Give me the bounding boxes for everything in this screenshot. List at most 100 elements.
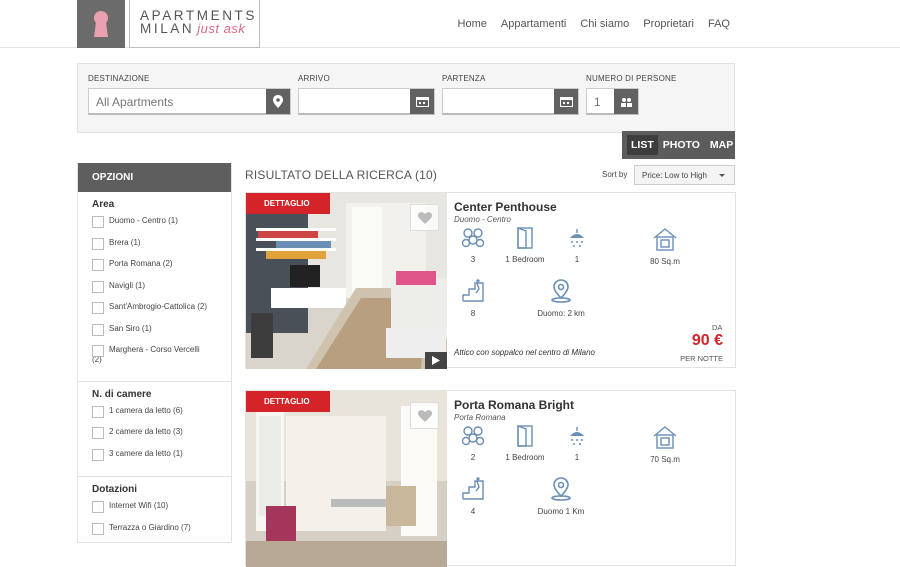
logo[interactable]: APARTMENTS MILAN just ask [129, 0, 260, 48]
departure-input[interactable] [442, 88, 579, 115]
amenities-option-label: Terrazza o Giardino (7) [109, 522, 191, 532]
rooms-filter-title: N. di camere [92, 388, 152, 400]
area-option[interactable]: Marghera - Corso Vercelli (2) [92, 345, 231, 365]
area-option[interactable]: Porta Romana (2) [92, 259, 231, 271]
play-icon[interactable] [425, 352, 447, 369]
detail-badge[interactable]: DETTAGLIO [246, 391, 330, 412]
checkbox[interactable] [92, 280, 104, 293]
price-suffix: PER NOTTE [680, 354, 723, 363]
guests-icon [461, 228, 485, 248]
house-size-icon [653, 426, 677, 449]
listing-photo[interactable]: DETTAGLIO [246, 193, 447, 369]
listing-photo[interactable]: DETTAGLIO [246, 391, 447, 567]
price-value: 90 € [691, 332, 723, 349]
rooms-option[interactable]: 2 camere da letto (3) [92, 427, 231, 439]
area-filter-group: Area Duomo - Centro (1) Brera (1) Porta … [78, 192, 231, 382]
heart-icon[interactable] [410, 204, 439, 231]
area-option[interactable]: Sant'Ambrogio-Cattolica (2) [92, 302, 231, 314]
area-option[interactable]: San Siro (1) [92, 323, 231, 336]
checkbox[interactable] [92, 427, 104, 439]
nav-proprietari[interactable]: Proprietari [643, 18, 694, 30]
checkbox[interactable] [92, 405, 104, 418]
checkbox[interactable] [92, 448, 104, 461]
size-feature: 80 Sq.m [630, 227, 700, 266]
destination-value: All Apartments [96, 95, 174, 109]
area-option[interactable]: Brera (1) [92, 237, 231, 250]
nav-home[interactable]: Home [458, 18, 487, 30]
area-option-label: Porta Romana (2) [109, 259, 173, 268]
chevron-down-icon [719, 174, 725, 177]
calendar-icon[interactable] [410, 89, 434, 114]
bathrooms-value: 1 [574, 453, 580, 462]
logo-line2: MILAN [140, 21, 195, 36]
area-option-label: San Siro (1) [109, 323, 152, 333]
listing-description: Attico con soppalco nel centro di Milano [454, 348, 595, 357]
bedrooms-value: 1 Bedroom [505, 453, 545, 462]
floor-feature: 4 [438, 477, 508, 516]
price-prefix: DA [712, 323, 723, 332]
listing-name[interactable]: Porta Romana Bright [454, 398, 574, 412]
arrival-input[interactable] [298, 88, 435, 115]
rooms-option-label: 1 camera da letto (6) [109, 405, 183, 415]
floor-feature: 8 [438, 279, 508, 318]
checkbox[interactable] [92, 501, 104, 513]
stairs-icon [462, 477, 484, 500]
checkbox[interactable] [92, 323, 104, 336]
heart-icon[interactable] [410, 402, 439, 429]
view-list-button[interactable]: LIST [627, 135, 658, 155]
area-option[interactable]: Navigli (1) [92, 280, 231, 293]
area-option-count: (2) [92, 355, 102, 364]
checkbox[interactable] [92, 237, 104, 250]
checkbox[interactable] [92, 345, 104, 357]
size-value: 70 Sq.m [650, 455, 680, 464]
bathrooms-value: 1 [574, 255, 580, 264]
rooms-option[interactable]: 1 camera da letto (6) [92, 405, 231, 418]
guests-value: 3 [470, 255, 476, 264]
calendar-icon[interactable] [554, 89, 578, 114]
nav-appartamenti[interactable]: Appartamenti [501, 18, 566, 30]
distance-feature: Duomo 1 Km [526, 477, 596, 516]
nav-chi-siamo[interactable]: Chi siamo [580, 18, 629, 30]
sort-select[interactable]: Price: Low to High [634, 165, 735, 185]
size-feature: 70 Sq.m [630, 425, 700, 464]
logo-tagline: just ask [197, 21, 246, 36]
map-pin-icon[interactable] [266, 89, 290, 114]
detail-badge[interactable]: DETTAGLIO [246, 193, 330, 214]
area-option-label: Duomo - Centro (1) [109, 216, 178, 225]
area-option-label: Navigli (1) [109, 280, 146, 290]
view-photo-button[interactable]: PHOTO [658, 139, 705, 151]
rooms-option[interactable]: 3 camere da letto (1) [92, 448, 231, 461]
view-map-button[interactable]: MAP [705, 139, 738, 151]
site-header: APARTMENTS MILAN just ask Home Appartamen… [0, 0, 900, 48]
rooms-option-label: 3 camere da letto (1) [109, 448, 183, 458]
listing-card[interactable]: DETTAGLIO Center Penthouse Duomo - Centr… [245, 192, 736, 369]
nav-faq[interactable]: FAQ [708, 18, 730, 30]
listing-area: Porta Romana [454, 413, 506, 422]
search-panel: DESTINAZIONE All Apartments ARRIVO PARTE… [77, 63, 735, 133]
checkbox[interactable] [92, 216, 104, 228]
rooms-filter-group: N. di camere 1 camera da letto (6) 2 cam… [78, 382, 231, 477]
destination-select[interactable]: All Apartments [88, 88, 291, 115]
persons-select[interactable]: 1 [586, 88, 639, 115]
sidebar-title: OPZIONI [78, 163, 231, 192]
checkbox[interactable] [92, 259, 104, 271]
door-icon [517, 425, 533, 447]
destination-label: DESTINAZIONE [88, 74, 150, 83]
bathroom-feature: 1 [542, 227, 612, 264]
departure-label: PARTENZA [442, 74, 486, 83]
amenities-option[interactable]: Internet Wifi (10) [92, 501, 231, 513]
amenities-filter-title: Dotazioni [92, 484, 137, 495]
arrival-field: ARRIVO [298, 74, 435, 115]
door-icon [517, 227, 533, 249]
area-option[interactable]: Duomo - Centro (1) [92, 216, 231, 228]
location-pin-icon [551, 279, 571, 303]
persons-value: 1 [594, 95, 601, 109]
bathroom-feature: 1 [542, 425, 612, 462]
amenities-option-label: Internet Wifi (10) [109, 501, 169, 510]
keyhole-logo-icon[interactable] [77, 0, 125, 48]
listing-card[interactable]: DETTAGLIO Porta Romana Bright Porta Roma… [245, 390, 736, 567]
distance-value: Duomo: 2 km [537, 309, 585, 318]
listing-name[interactable]: Center Penthouse [454, 200, 557, 214]
people-icon[interactable] [614, 89, 638, 114]
checkbox[interactable] [92, 302, 104, 314]
